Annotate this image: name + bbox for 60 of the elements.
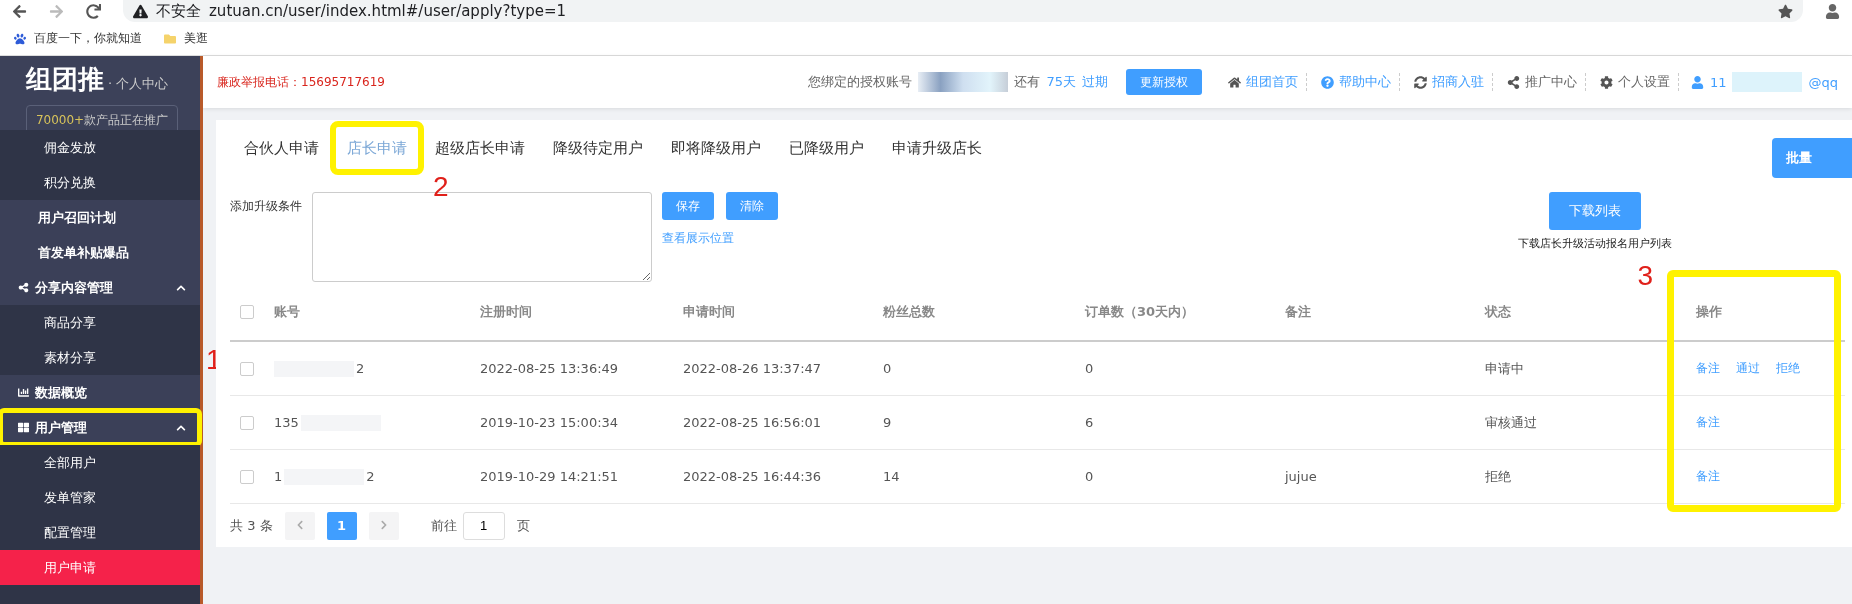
table-cell-text: 0 <box>1085 469 1095 485</box>
table-cell-text: 2022-08-25 13:36:49 <box>480 361 620 377</box>
total-count: 共 3 条 <box>230 516 273 535</box>
account-start: 1 <box>274 469 283 485</box>
tab[interactable]: 降级待定用户 <box>539 124 657 173</box>
table-cell-text: 审核通过 <box>1485 413 1538 432</box>
bound-account-label: 您绑定的授权账号 <box>808 73 913 91</box>
table-cell-text: 9 <box>883 415 893 431</box>
bookmark[interactable]: 百度一下，你就知道 <box>14 30 142 47</box>
table-cell-text: 2022-08-25 16:44:36 <box>683 469 823 485</box>
annotation-number: 2 <box>433 173 449 202</box>
sidebar-item[interactable]: 数据概览 <box>0 375 200 410</box>
column-header: 粉丝总数 <box>883 303 936 322</box>
table-cell-text: 2022-08-25 16:56:01 <box>683 415 823 431</box>
security-warning[interactable]: 不安全 <box>156 1 201 21</box>
tab[interactable]: 超级店长申请 <box>421 124 539 173</box>
sidebar-item[interactable]: 分享内容管理 <box>0 270 200 305</box>
sidebar-item[interactable]: 首发单补贴爆品 <box>0 235 200 270</box>
tab[interactable]: 合伙人申请 <box>230 124 333 173</box>
column-header: 注册时间 <box>480 303 533 322</box>
address-bar[interactable]: zutuan.cn/user/index.html#/user/apply?type=1 <box>209 2 567 20</box>
table-cell-text: 拒绝 <box>1485 467 1512 486</box>
column-header: 订单数（30天内） <box>1085 303 1196 322</box>
condition-label: 添加升级条件 <box>230 198 302 216</box>
table-cell-text: 2019-10-29 14:21:51 <box>480 469 620 485</box>
sidebar-item[interactable]: 用户管理 <box>0 410 200 445</box>
download-caption: 下载店长升级活动报名用户列表 <box>1518 236 1672 252</box>
logo: 组团推 <box>26 63 104 96</box>
header-link[interactable]: 个人设置 <box>1591 73 1679 91</box>
table-cell-text: 申请中 <box>1485 359 1525 378</box>
table-cell-text: 2022-08-26 13:37:47 <box>683 361 823 377</box>
goto-label: 前往 <box>430 516 457 535</box>
bookmark[interactable]: 美逛 <box>164 30 208 47</box>
tab[interactable]: 申请升级店长 <box>878 124 996 173</box>
page-input[interactable]: 1 <box>462 511 505 540</box>
table-cell-text: 2019-10-23 15:00:34 <box>480 415 620 431</box>
table-cell-text: 0 <box>883 361 893 377</box>
sidebar-item[interactable]: 用户申请 <box>0 550 200 585</box>
column-header: 备注 <box>1285 303 1312 322</box>
days-left: 75天 <box>1046 73 1076 91</box>
column-header: 操作 <box>1695 303 1723 322</box>
table-cell-text: 0 <box>1085 361 1095 377</box>
account-start: 135 <box>274 415 299 431</box>
tab[interactable]: 即将降级用户 <box>657 124 775 173</box>
sidebar-item[interactable]: 用户召回计划 <box>0 200 200 235</box>
tab[interactable]: 已降级用户 <box>775 124 878 173</box>
page-unit: 页 <box>516 516 530 535</box>
logo-subtitle: · 个人中心 <box>108 75 169 93</box>
table-cell-text: 6 <box>1085 415 1095 431</box>
table-cell-text: 14 <box>883 469 901 485</box>
header-link[interactable]: 推广中心 <box>1498 73 1586 91</box>
hotline-text: 廉政举报电话：15695717619 <box>217 73 385 91</box>
annotation-number: 3 <box>1637 262 1653 291</box>
remaining-text: 还有 <box>1014 73 1041 91</box>
account-end: 2 <box>356 361 365 377</box>
table-cell-text: jujue <box>1285 469 1318 485</box>
column-header: 账号 <box>274 303 301 322</box>
column-header: 申请时间 <box>683 303 736 322</box>
column-header: 状态 <box>1485 303 1512 322</box>
account-end: 2 <box>366 469 375 485</box>
